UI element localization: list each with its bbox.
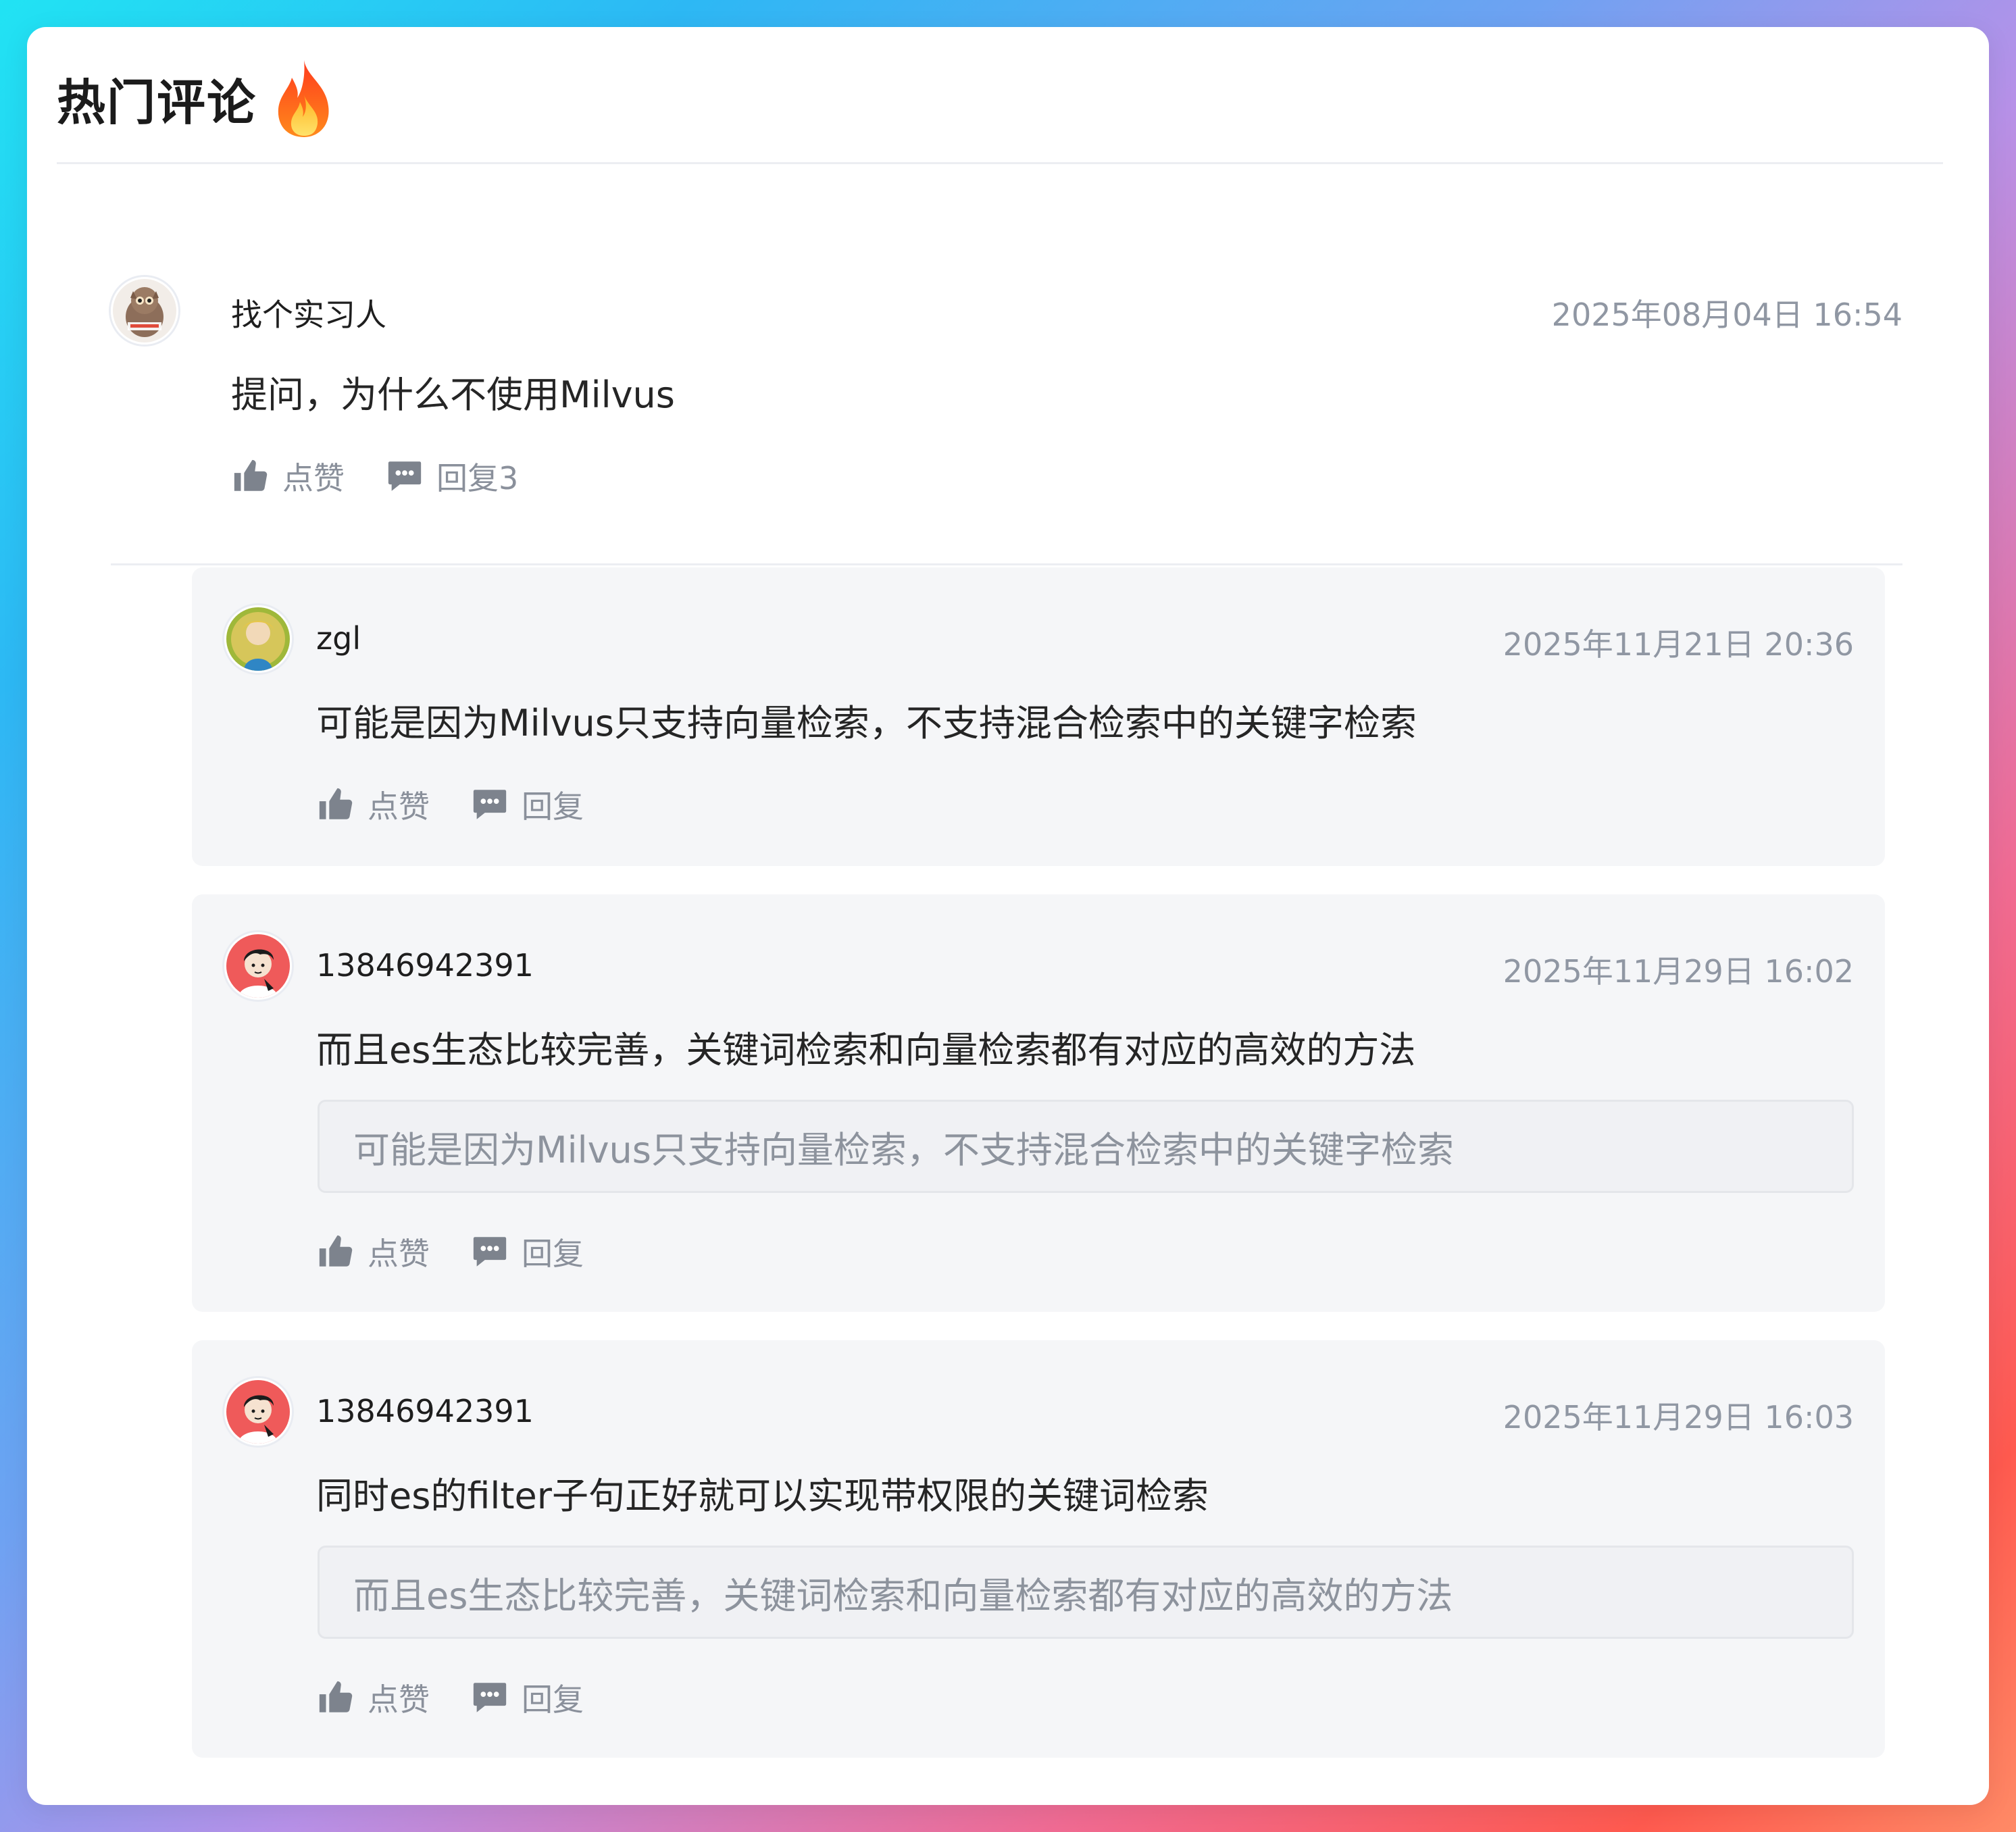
avatar[interactable]: [224, 1378, 292, 1446]
quoted-reply: 而且es生态比较完善，关键词检索和向量检索都有对应的高效的方法: [318, 1546, 1854, 1639]
reply-item: 13846942391 2025年11月29日 16:03 同时es的filte…: [192, 1340, 1885, 1758]
comment-actions: 点赞 回复3: [231, 454, 518, 499]
reply-text: 同时es的filter子句正好就可以实现带权限的关键词检索: [316, 1475, 1209, 1517]
reply-text: 可能是因为Milvus只支持向量检索，不支持混合检索中的关键字检索: [316, 702, 1417, 744]
reply-label: 回复: [522, 1681, 584, 1718]
comment-bubble-icon: [473, 1683, 507, 1712]
avatar[interactable]: [224, 605, 292, 673]
quoted-reply: 可能是因为Milvus只支持向量检索，不支持混合检索中的关键字检索: [318, 1100, 1854, 1193]
comment-author[interactable]: 找个实习人: [231, 290, 386, 335]
like-label: 点赞: [368, 1236, 430, 1272]
comment-divider: [111, 563, 1902, 565]
reply-text: 而且es生态比较完善，关键词检索和向量检索都有对应的高效的方法: [316, 1029, 1416, 1071]
reply-label: 回复: [522, 788, 584, 825]
reply-label: 回复3: [436, 460, 519, 497]
thumbs-up-icon: [234, 459, 268, 491]
reply-actions: 点赞 回复: [316, 1675, 584, 1720]
like-button[interactable]: 点赞: [316, 1229, 430, 1274]
fire-icon: [273, 57, 335, 138]
reply-author[interactable]: 13846942391: [316, 1393, 534, 1429]
like-label: 点赞: [368, 1681, 430, 1718]
section-title: 热门评论: [57, 74, 257, 131]
reply-button[interactable]: 回复: [470, 1675, 584, 1720]
hot-comments-card: 热门评论 找个实习人 2025年08月04日 16:54 提问，为什么不使用Mi…: [27, 27, 1989, 1805]
comment-bubble-icon: [473, 1237, 507, 1267]
reply-item: zgl 2025年11月21日 20:36 可能是因为Milvus只支持向量检索…: [192, 567, 1885, 866]
reply-button[interactable]: 回复3: [385, 454, 518, 499]
thumbs-up-icon: [319, 788, 353, 819]
thumbs-up-icon: [319, 1681, 353, 1712]
comment-bubble-icon: [473, 790, 507, 819]
section-header: 热门评论: [57, 47, 335, 149]
like-button[interactable]: 点赞: [231, 454, 345, 499]
like-button[interactable]: 点赞: [316, 782, 430, 827]
comment-bubble-icon: [388, 461, 422, 491]
comment-text: 提问，为什么不使用Milvus: [231, 374, 675, 416]
like-button[interactable]: 点赞: [316, 1675, 430, 1720]
reply-label: 回复: [522, 1236, 584, 1272]
reply-author[interactable]: 13846942391: [316, 947, 534, 984]
reply-actions: 点赞 回复: [316, 1229, 584, 1274]
main-comment: 找个实习人 2025年08月04日 16:54 提问，为什么不使用Milvus …: [111, 277, 1902, 561]
comment-time: 2025年08月04日 16:54: [1551, 297, 1902, 333]
header-divider: [57, 162, 1943, 164]
reply-time: 2025年11月29日 16:02: [1503, 953, 1854, 990]
thumbs-up-icon: [319, 1235, 353, 1267]
reply-time: 2025年11月29日 16:03: [1503, 1399, 1854, 1435]
reply-time: 2025年11月21日 20:36: [1503, 626, 1854, 663]
reply-actions: 点赞 回复: [316, 782, 584, 827]
avatar[interactable]: [224, 932, 292, 1000]
reply-button[interactable]: 回复: [470, 1229, 584, 1274]
like-label: 点赞: [282, 460, 345, 497]
avatar[interactable]: [111, 277, 178, 345]
reply-button[interactable]: 回复: [470, 782, 584, 827]
reply-author[interactable]: zgl: [316, 620, 361, 657]
reply-item: 13846942391 2025年11月29日 16:02 而且es生态比较完善…: [192, 894, 1885, 1312]
like-label: 点赞: [368, 788, 430, 825]
